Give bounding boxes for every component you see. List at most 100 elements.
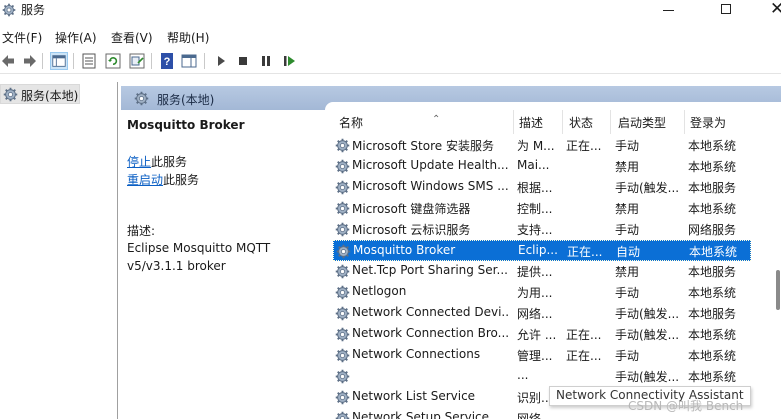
column-divider[interactable]	[684, 110, 685, 134]
restart-action: 重启动此服务	[127, 171, 199, 188]
service-gear-icon	[335, 411, 350, 419]
cell-desc: 允许 ...	[517, 328, 557, 342]
close-icon: ✕	[770, 0, 781, 19]
toolbar-separator	[42, 53, 43, 69]
restart-service-icon[interactable]	[280, 52, 298, 70]
tree-item-label: 服务(本地)	[21, 89, 79, 103]
table-row[interactable]: Network Connected Devi... 网络... 手动(触发... 本地…	[333, 303, 751, 324]
properties-icon[interactable]	[80, 52, 98, 70]
cell-desc: 提供...	[517, 265, 553, 279]
menu-view[interactable]: 查看(V)	[111, 29, 153, 46]
refresh-icon[interactable]	[104, 52, 122, 70]
column-divider[interactable]	[562, 110, 563, 134]
console-tree: 服务(本地)	[0, 82, 118, 419]
start-service-icon[interactable]	[212, 52, 230, 70]
maximize-button[interactable]	[703, 0, 749, 20]
cell-logon: 本地系统	[689, 245, 738, 259]
column-header-status[interactable]: 状态	[565, 112, 609, 136]
cell-start: 禁用	[615, 265, 640, 279]
table-row[interactable]: Netlogon 为用... 手动 本地系统	[333, 282, 751, 303]
cell-desc: Mai...	[517, 158, 550, 172]
stop-service-icon[interactable]	[234, 52, 252, 70]
cell-logon: 本地系统	[688, 286, 737, 300]
maximize-icon	[721, 4, 731, 14]
vertical-scrollbar-thumb[interactable]	[776, 270, 780, 310]
menu-file[interactable]: 文件(F)	[2, 29, 42, 46]
table-row[interactable]: Microsoft 云标识服务 支持... 手动 网络服务	[333, 219, 751, 240]
table-row[interactable]: Microsoft Store 安装服务 为 M... 正在... 手动 本地系统	[333, 135, 751, 156]
cell-logon: 网络服务	[688, 223, 737, 237]
service-gear-icon	[335, 159, 350, 174]
column-header-name[interactable]: 名称 ⌃	[335, 112, 513, 136]
stop-action: 停止此服务	[127, 153, 187, 170]
service-gear-icon	[335, 264, 350, 279]
cell-status: 正在...	[567, 245, 603, 259]
cell-start: 手动(触发...	[615, 181, 680, 195]
service-gear-icon	[335, 180, 350, 195]
cell-logon: 本地系统	[688, 328, 737, 342]
table-row[interactable]: Microsoft Update Health... Mai... 禁用 本地系统	[333, 156, 751, 177]
window-title: 服务	[21, 3, 46, 17]
forward-icon[interactable]	[20, 52, 38, 70]
console-tree-icon[interactable]	[50, 52, 68, 70]
table-row[interactable]: ... 手动(触发... 本地系统	[333, 366, 751, 387]
cell-name: Network List Service	[352, 389, 476, 403]
cell-status: 正在...	[566, 139, 602, 153]
details-pane: 服务(本地) Mosquitto Broker 停止此服务 重启动此服务 描述:…	[121, 82, 781, 419]
cell-start: 自动	[616, 245, 641, 259]
column-header-log-on-as[interactable]: 登录为	[686, 112, 756, 136]
pause-service-icon[interactable]	[257, 52, 275, 70]
cell-logon: 本地服务	[688, 265, 737, 279]
cell-desc: 网络...	[517, 307, 553, 321]
table-row[interactable]: Microsoft 键盘筛选器 控制... 禁用 本地系统	[333, 198, 751, 219]
column-header-label: 启动类型	[618, 116, 667, 130]
menu-help[interactable]: 帮助(H)	[167, 29, 209, 46]
cell-desc: 网络...	[517, 412, 553, 419]
column-header-label: 描述	[519, 116, 544, 130]
description-text: Eclipse Mosquitto MQTT v5/v3.1.1 broker	[127, 241, 271, 273]
svg-text:?: ?	[164, 56, 171, 68]
cell-name: Mosquitto Broker	[353, 243, 456, 257]
cell-start: 手动(触发...	[615, 328, 680, 342]
cell-name: Microsoft 云标识服务	[352, 223, 471, 237]
cell-name: Network Setup Service	[352, 410, 490, 419]
stop-action-suffix: 此服务	[151, 155, 188, 169]
back-icon[interactable]	[0, 52, 18, 70]
menu-action[interactable]: 操作(A)	[55, 29, 97, 46]
export-list-icon[interactable]	[128, 52, 146, 70]
help-icon[interactable]: ?	[158, 52, 176, 70]
cell-start: 禁用	[615, 202, 640, 216]
cell-logon: 本地服务	[688, 181, 737, 195]
column-header-label: 登录为	[690, 116, 727, 130]
table-row[interactable]: Network Connections 管理... 正在... 手动 本地系统	[333, 345, 751, 366]
cell-logon: 本地系统	[688, 370, 737, 384]
close-button[interactable]: ✕	[750, 0, 781, 20]
table-row[interactable]: Mosquitto Broker Eclip... 正在... 自动 本地系统	[333, 240, 751, 261]
cell-logon: 本地系统	[688, 160, 737, 174]
cell-start: 手动	[615, 223, 640, 237]
selected-service-name: Mosquitto Broker	[127, 118, 245, 132]
description-label: 描述:	[127, 224, 156, 238]
table-row[interactable]: Net.Tcp Port Sharing Ser... 提供... 禁用 本地服务	[333, 261, 751, 282]
cell-logon: 本地系统	[688, 202, 737, 216]
column-divider[interactable]	[610, 110, 611, 134]
cell-start: 手动(触发...	[615, 307, 680, 321]
service-gear-icon	[335, 285, 350, 300]
cell-desc: 为 M...	[517, 139, 555, 153]
column-header-description[interactable]: 描述	[515, 112, 561, 136]
stop-service-link[interactable]: 停止	[127, 155, 151, 169]
show-hide-action-pane-icon[interactable]	[180, 52, 198, 70]
column-header-startup-type[interactable]: 启动类型	[614, 112, 684, 136]
cell-status: 正在...	[566, 349, 602, 363]
column-divider[interactable]	[513, 110, 514, 134]
extended-description-panel: Mosquitto Broker 停止此服务 重启动此服务 描述: Eclips…	[121, 110, 333, 419]
service-gear-icon	[335, 138, 350, 153]
table-row[interactable]: Network Connection Bro... 允许 ... 正在... 手动(触…	[333, 324, 751, 345]
minimize-button[interactable]	[646, 0, 692, 20]
table-row[interactable]: Microsoft Windows SMS ... 根据... 手动(触发... 本地…	[333, 177, 751, 198]
tree-item-services-local[interactable]: 服务(本地)	[0, 84, 80, 104]
cell-logon: 本地系统	[688, 139, 737, 153]
cell-desc: ...	[517, 368, 529, 382]
restart-service-link[interactable]: 重启动	[127, 173, 163, 187]
toolbar: ?	[0, 48, 781, 74]
